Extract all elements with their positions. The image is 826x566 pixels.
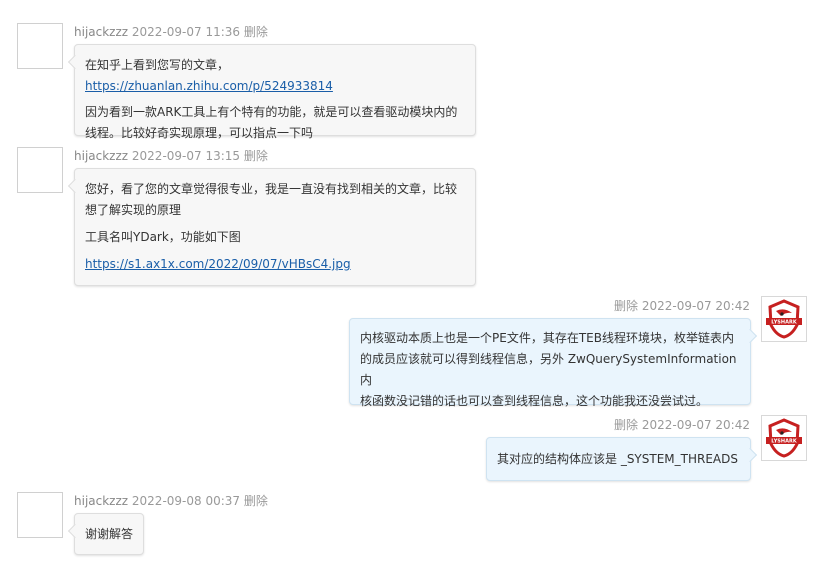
timestamp: 2022-09-07 11:36: [131, 25, 241, 39]
article-link[interactable]: https://zhuanlan.zhihu.com/p/524933814: [85, 79, 333, 93]
bubble-arrow: [742, 447, 758, 463]
message-meta: 删除 2022-09-07 20:42: [614, 416, 750, 433]
message-text: 核函数没记错的话也可以查到线程信息，这个功能我还没尝试过。: [360, 394, 709, 408]
timestamp: 2022-09-08 00:37: [131, 494, 241, 508]
timestamp: 2022-09-07 13:15: [131, 149, 241, 163]
bubble-arrow: [67, 178, 83, 194]
image-link[interactable]: https://s1.ax1x.com/2022/09/07/vHBsC4.jp…: [85, 257, 351, 271]
avatar-user[interactable]: [17, 492, 63, 538]
delete-button[interactable]: 删除: [614, 418, 638, 432]
timestamp: 2022-09-07 20:42: [641, 418, 750, 432]
logo-text: LYSHARK: [771, 320, 798, 326]
message-bubble: 在知乎上看到您写的文章， https://zhuanlan.zhihu.com/p…: [67, 44, 476, 140]
username: hijackzzz: [74, 25, 129, 39]
message-text: 谢谢解答: [85, 527, 134, 541]
message-text: 您好，看了您的文章觉得很专业，我是一直没有找到相关的文章，比较: [85, 182, 458, 196]
message-text: 内核驱动本质上也是一个PE文件，其存在TEB线程环境块，枚举链表内: [360, 331, 734, 345]
bubble-arrow: [67, 54, 83, 70]
message-text: 因为看到一款ARK工具上有个特有的功能，就是可以查看驱动模块内的: [85, 105, 458, 119]
message-text: 其对应的结构体应该是 _SYSTEM_THREADS: [497, 452, 738, 466]
avatar-user[interactable]: [17, 147, 63, 193]
message-bubble: 其对应的结构体应该是 _SYSTEM_THREADS: [486, 437, 758, 481]
timestamp: 2022-09-07 20:42: [641, 299, 750, 313]
avatar-lyshark-logo[interactable]: LYSHARK: [761, 415, 807, 461]
delete-button[interactable]: 删除: [244, 494, 268, 508]
message-meta: hijackzzz 2022-09-08 00:37 删除: [74, 492, 268, 509]
username: hijackzzz: [74, 149, 129, 163]
message-meta: hijackzzz 2022-09-07 11:36 删除: [74, 23, 268, 40]
delete-button[interactable]: 删除: [244, 149, 268, 163]
username: hijackzzz: [74, 494, 129, 508]
message-text: 想了解实现的原理: [85, 203, 182, 217]
message-meta: hijackzzz 2022-09-07 13:15 删除: [74, 147, 268, 164]
avatar-user[interactable]: [17, 23, 63, 69]
message-bubble: 内核驱动本质上也是一个PE文件，其存在TEB线程环境块，枚举链表内 的成员应该就…: [349, 318, 758, 408]
bubble-arrow: [742, 328, 758, 344]
message-text: 线程。比较好奇实现原理，可以指点一下吗: [85, 126, 314, 140]
delete-button[interactable]: 删除: [244, 25, 268, 39]
avatar-lyshark-logo[interactable]: LYSHARK: [761, 296, 807, 342]
message-text: 的成员应该就可以得到线程信息，另外 ZwQuerySystemInformati…: [360, 352, 737, 387]
delete-button[interactable]: 删除: [614, 299, 638, 313]
message-bubble: 谢谢解答: [67, 513, 144, 555]
bubble-arrow: [67, 523, 83, 539]
logo-text: LYSHARK: [771, 439, 798, 445]
message-text: 工具名叫YDark，功能如下图: [85, 230, 241, 244]
message-text: 在知乎上看到您写的文章，: [85, 58, 230, 72]
message-meta: 删除 2022-09-07 20:42: [614, 297, 750, 314]
message-bubble: 您好，看了您的文章觉得很专业，我是一直没有找到相关的文章，比较 想了解实现的原理…: [67, 168, 476, 286]
